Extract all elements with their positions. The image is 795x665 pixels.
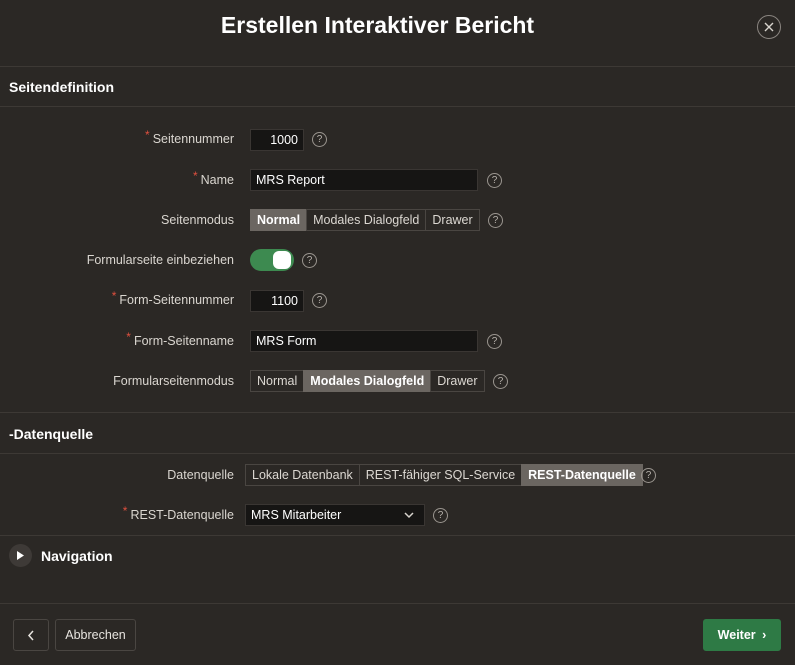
required-marker: * (192, 169, 198, 183)
required-marker: * (111, 289, 117, 303)
form-page-mode-option-drawer[interactable]: Drawer (430, 370, 485, 392)
include-form-toggle[interactable] (250, 249, 294, 271)
page-mode-selector: Normal Modales Dialogfeld Drawer (250, 209, 480, 231)
divider (0, 412, 795, 413)
section-heading-navigation[interactable]: Navigation (41, 548, 113, 564)
form-page-number-input[interactable]: 1100 (250, 290, 304, 312)
form-page-number-label: * Form-Seitennummer (111, 289, 234, 307)
rest-source-value: MRS Mitarbeiter (251, 508, 342, 522)
form-page-name-input[interactable]: MRS Form (250, 330, 478, 352)
page-number-label: * Seitennummer (145, 128, 234, 146)
toggle-knob (273, 251, 291, 269)
close-button[interactable] (757, 15, 781, 39)
help-icon[interactable]: ? (433, 508, 448, 523)
name-input[interactable]: MRS Report (250, 169, 478, 191)
include-form-label: Formularseite einbeziehen (86, 253, 234, 267)
divider (0, 535, 795, 536)
data-source-label: Datenquelle (167, 468, 234, 482)
next-button[interactable]: Weiter › (703, 619, 781, 651)
divider (0, 453, 795, 454)
page-mode-option-drawer[interactable]: Drawer (425, 209, 480, 231)
help-icon[interactable]: ? (312, 293, 327, 308)
divider (0, 106, 795, 107)
navigation-expand-button[interactable] (9, 544, 32, 567)
help-icon[interactable]: ? (312, 132, 327, 147)
form-page-mode-option-normal[interactable]: Normal (250, 370, 305, 392)
form-page-mode-selector: Normal Modales Dialogfeld Drawer (250, 370, 485, 392)
close-icon (764, 22, 774, 32)
divider (0, 603, 795, 604)
next-button-label: Weiter (717, 628, 756, 642)
data-source-option-rest[interactable]: REST-Datenquelle (521, 464, 643, 486)
rest-source-label: * REST-Datenquelle (122, 504, 234, 522)
chevron-left-icon (27, 630, 34, 641)
form-page-mode-label: Formularseitenmodus (113, 374, 234, 388)
help-icon[interactable]: ? (488, 213, 503, 228)
name-label: * Name (192, 169, 234, 187)
section-heading-data-source: -Datenquelle (9, 426, 94, 442)
help-icon[interactable]: ? (302, 253, 317, 268)
data-source-option-local[interactable]: Lokale Datenbank (245, 464, 360, 486)
rest-source-select[interactable]: MRS Mitarbeiter (245, 504, 425, 526)
required-marker: * (122, 504, 128, 518)
page-mode-label: Seitenmodus (161, 213, 234, 227)
section-heading-page-definition: Seitendefinition (9, 79, 114, 95)
divider (0, 66, 795, 67)
chevron-down-icon (404, 512, 414, 519)
dialog-title: Erstellen Interaktiver Bericht (220, 12, 535, 38)
help-icon[interactable]: ? (641, 468, 656, 483)
help-icon[interactable]: ? (493, 374, 508, 389)
form-page-mode-option-modal[interactable]: Modales Dialogfeld (303, 370, 432, 392)
data-source-selector: Lokale Datenbank REST-fähiger SQL-Servic… (245, 464, 643, 486)
back-button[interactable] (13, 619, 49, 651)
help-icon[interactable]: ? (487, 173, 502, 188)
required-marker: * (145, 128, 150, 142)
page-number-input[interactable]: 1000 (250, 129, 304, 151)
page-mode-option-modal[interactable]: Modales Dialogfeld (306, 209, 427, 231)
caret-right-icon (17, 551, 24, 560)
help-icon[interactable]: ? (487, 334, 502, 349)
required-marker: * (126, 330, 131, 344)
form-page-name-label: * Form-Seitenname (126, 330, 234, 348)
data-source-option-rest-sql[interactable]: REST-fähiger SQL-Service (358, 464, 523, 486)
cancel-button[interactable]: Abbrechen (55, 619, 136, 651)
page-mode-option-normal[interactable]: Normal (250, 209, 308, 231)
chevron-right-icon: › (762, 628, 767, 642)
